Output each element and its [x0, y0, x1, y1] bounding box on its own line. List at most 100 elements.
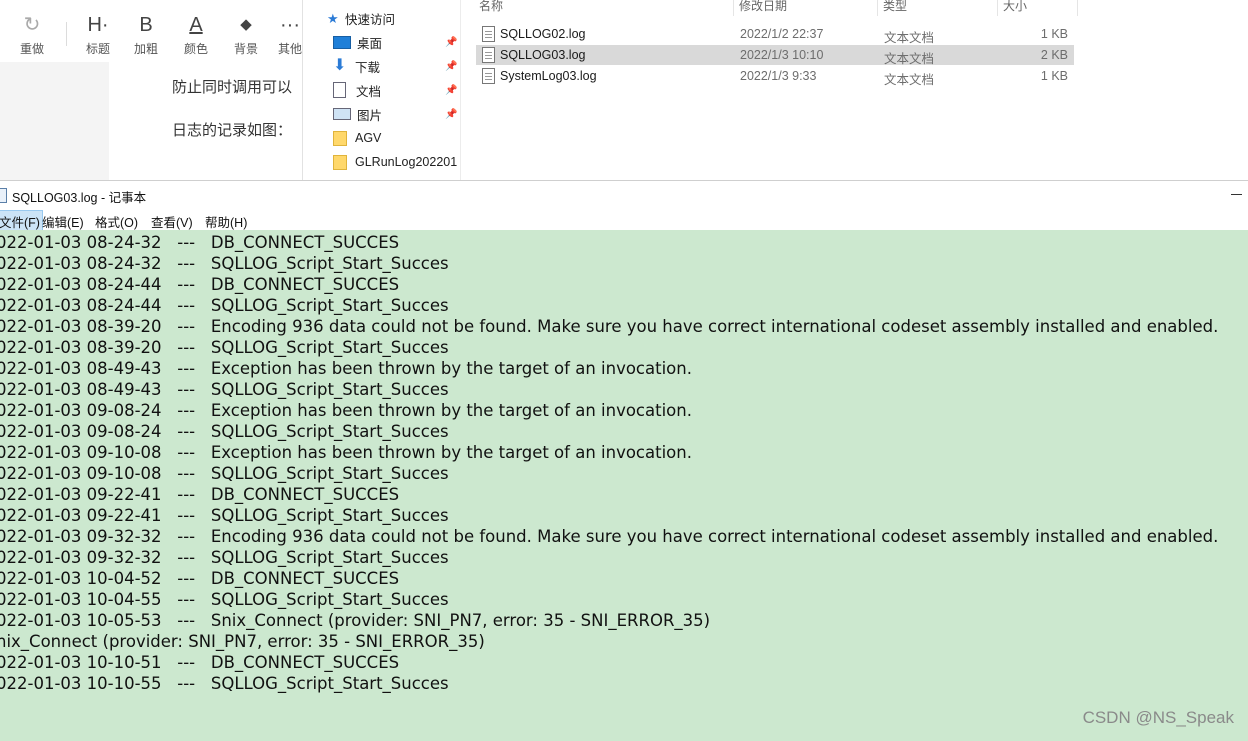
file-size: 2 KB: [1040, 48, 1068, 62]
file-row-selected[interactable]: SQLLOG03.log 2022/1/3 10:10 文本文档 2 KB: [476, 45, 1074, 66]
column-name[interactable]: 名称: [479, 0, 503, 14]
window-title: SQLLOG03.log - 记事本: [12, 191, 147, 205]
nav-label: 下载: [355, 60, 381, 75]
more-icon: ···: [280, 14, 300, 36]
log-line: 022-01-03 09-32-32 --- Encoding 936 data…: [0, 527, 1219, 546]
nav-desktop[interactable]: 桌面 📌: [333, 31, 457, 53]
log-line: 022-01-03 09-10-08 --- SQLLOG_Script_Sta…: [0, 464, 449, 483]
file-name: SQLLOG03.log: [500, 48, 586, 62]
log-line: 022-01-03 09-08-24 --- Exception has bee…: [0, 401, 692, 420]
log-line: 022-01-03 09-10-08 --- Exception has bee…: [0, 443, 692, 462]
menu-bar: 文件(F) 编辑(E) 格式(O) 查看(V) 帮助(H): [0, 209, 1248, 233]
file-type: 文本文档: [884, 52, 935, 66]
nav-label: 快速访问: [345, 12, 396, 27]
column-date[interactable]: 修改日期: [739, 0, 787, 14]
menu-view[interactable]: 查看(V): [151, 212, 193, 231]
bold-button[interactable]: B 加粗: [134, 14, 158, 57]
menu-help[interactable]: 帮助(H): [205, 212, 247, 231]
nav-folder-glrunlog[interactable]: GLRunLog202201: [333, 151, 457, 173]
column-divider[interactable]: [997, 0, 998, 16]
paint-bucket-icon: ◆: [240, 16, 252, 33]
text-file-icon: [482, 47, 495, 63]
log-line: 022-01-03 10-10-55 --- SQLLOG_Script_Sta…: [0, 674, 449, 693]
nav-pictures[interactable]: 图片 📌: [333, 103, 457, 125]
file-type: 文本文档: [884, 31, 935, 45]
editor-paragraph: 防止同时调用可以: [172, 79, 293, 96]
column-divider[interactable]: [1077, 0, 1078, 16]
log-line: 022-01-03 10-10-51 --- DB_CONNECT_SUCCES: [0, 653, 400, 672]
column-type[interactable]: 类型: [883, 0, 907, 14]
file-row[interactable]: SystemLog03.log 2022/1/3 9:33 文本文档 1 KB: [476, 66, 1074, 87]
redo-button[interactable]: ↻ 重做: [20, 14, 44, 57]
heading-button[interactable]: H· 标题: [86, 14, 110, 57]
nav-documents[interactable]: 文档 📌: [333, 79, 457, 101]
notepad-titlebar[interactable]: SQLLOG03.log - 记事本: [0, 181, 1248, 209]
log-line: 022-01-03 09-32-32 --- SQLLOG_Script_Sta…: [0, 548, 449, 567]
nav-folder-agv[interactable]: AGV: [333, 127, 381, 149]
heading-icon: H·: [87, 14, 109, 36]
log-line: 022-01-03 08-24-44 --- SQLLOG_Script_Sta…: [0, 296, 449, 315]
editor-paragraph: 日志的记录如图：: [172, 122, 293, 139]
markdown-editor: ↻ 重做 H· 标题 B 加粗 A 颜色 ◆ 背景 ··· 其他 防止同时调用可…: [0, 0, 302, 180]
heading-label: 标题: [86, 42, 111, 56]
log-line: 022-01-03 10-04-55 --- SQLLOG_Script_Sta…: [0, 590, 449, 609]
file-explorer: ★ 快速访问 桌面 📌 ⬇ 下载 📌 文档 📌 图片 📌 AGV GLRunLo…: [302, 0, 1248, 180]
minimize-icon[interactable]: [1231, 194, 1242, 195]
log-line: nix_Connect (provider: SNI_PN7, error: 3…: [0, 632, 485, 651]
nav-downloads[interactable]: ⬇ 下载 📌: [333, 55, 457, 77]
folder-icon: [333, 130, 347, 146]
document-icon: [333, 82, 346, 98]
background-label: 背景: [234, 42, 259, 56]
menu-format[interactable]: 格式(O): [95, 212, 138, 231]
log-line: 022-01-03 08-24-32 --- DB_CONNECT_SUCCES: [0, 233, 400, 252]
text-file-icon: [482, 26, 495, 42]
nav-label: AGV: [355, 131, 382, 145]
toolbar-divider: [66, 22, 67, 46]
log-line: 022-01-03 09-22-41 --- DB_CONNECT_SUCCES: [0, 485, 400, 504]
file-row[interactable]: SQLLOG02.log 2022/1/2 22:37 文本文档 1 KB: [476, 24, 1074, 45]
file-name: SQLLOG02.log: [500, 27, 586, 41]
star-icon: ★: [327, 11, 339, 26]
menu-edit[interactable]: 编辑(E): [42, 212, 84, 231]
column-divider[interactable]: [733, 0, 734, 16]
picture-icon: [333, 108, 351, 120]
text-file-icon: [482, 68, 495, 84]
text-editor-area[interactable]: 022-01-03 08-24-32 --- DB_CONNECT_SUCCES…: [0, 230, 1248, 741]
pin-icon: 📌: [445, 108, 458, 120]
pin-icon: 📌: [445, 84, 458, 96]
nav-quick-access[interactable]: ★ 快速访问: [327, 7, 395, 29]
file-name: SystemLog03.log: [500, 69, 597, 83]
log-line: 022-01-03 09-22-41 --- SQLLOG_Script_Sta…: [0, 506, 449, 525]
more-label: 其他: [278, 42, 303, 56]
notepad-icon: [0, 188, 7, 203]
log-line: 022-01-03 08-39-20 --- SQLLOG_Script_Sta…: [0, 338, 449, 357]
file-size: 1 KB: [1040, 27, 1068, 41]
pin-icon: 📌: [445, 60, 458, 72]
column-size[interactable]: 大小: [1003, 0, 1027, 14]
background-button[interactable]: ◆ 背景: [234, 14, 258, 57]
file-date: 2022/1/3 10:10: [740, 48, 824, 62]
log-line: 022-01-03 10-04-52 --- DB_CONNECT_SUCCES: [0, 569, 400, 588]
notepad-window: SQLLOG03.log - 记事本 文件(F) 编辑(E) 格式(O) 查看(…: [0, 180, 1248, 741]
download-icon: ⬇: [333, 57, 347, 74]
log-line: 022-01-03 10-05-53 --- Snix_Connect (pro…: [0, 611, 711, 630]
nav-label: 图片: [357, 108, 383, 123]
nav-label: GLRunLog202201: [355, 155, 458, 169]
redo-label: 重做: [20, 42, 45, 56]
more-button[interactable]: ··· 其他: [278, 14, 302, 57]
column-divider[interactable]: [877, 0, 878, 16]
editor-toolbar: ↻ 重做 H· 标题 B 加粗 A 颜色 ◆ 背景 ··· 其他: [0, 0, 302, 63]
nav-label: 文档: [356, 84, 382, 99]
log-line: 022-01-03 08-24-32 --- SQLLOG_Script_Sta…: [0, 254, 449, 273]
file-date: 2022/1/2 22:37: [740, 27, 824, 41]
log-line: 022-01-03 09-08-24 --- SQLLOG_Script_Sta…: [0, 422, 449, 441]
file-type: 文本文档: [884, 73, 935, 87]
folder-icon: [333, 154, 347, 170]
font-color-button[interactable]: A 颜色: [184, 14, 208, 57]
file-date: 2022/1/3 9:33: [740, 69, 817, 83]
log-line: 022-01-03 08-49-43 --- SQLLOG_Script_Sta…: [0, 380, 449, 399]
redo-icon: ↻: [23, 14, 41, 36]
log-line: 022-01-03 08-49-43 --- Exception has bee…: [0, 359, 692, 378]
font-color-label: 颜色: [184, 42, 209, 56]
desktop-icon: [333, 35, 351, 49]
